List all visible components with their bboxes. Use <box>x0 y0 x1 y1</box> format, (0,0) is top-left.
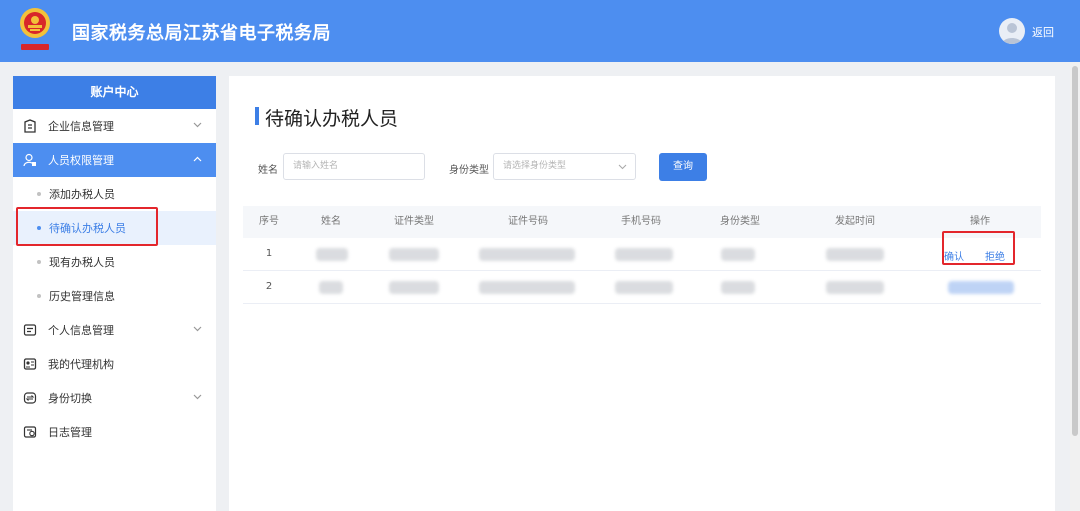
app-title: 国家税务总局江苏省电子税务局 <box>72 23 331 44</box>
redacted-phone <box>615 248 673 261</box>
bullet-dot <box>37 260 41 264</box>
redacted-identity-type <box>721 281 755 294</box>
sidebar-subitem-label: 添加办税人员 <box>49 188 115 201</box>
table-header: 序号 姓名 证件类型 证件号码 手机号码 身份类型 发起时间 操作 <box>243 206 1041 238</box>
sidebar-heading: 账户中心 <box>13 76 216 109</box>
back-button[interactable]: 返回 <box>1032 24 1054 40</box>
tax-emblem-icon <box>20 8 50 50</box>
bullet-dot <box>37 294 41 298</box>
search-button[interactable]: 查询 <box>659 153 707 181</box>
sidebar-item-label: 日志管理 <box>48 426 92 439</box>
main-panel: 待确认办税人员 姓名 请输入姓名 身份类型 请选择身份类型 查询 序号 姓名 证… <box>229 76 1055 511</box>
name-search-input[interactable]: 请输入姓名 <box>283 153 425 180</box>
top-header: 国家税务总局江苏省电子税务局 返回 <box>0 0 1080 62</box>
scrollbar-thumb[interactable] <box>1072 66 1078 436</box>
column-header: 身份类型 <box>720 216 760 227</box>
highlight-box <box>16 207 158 246</box>
page-scrollbar[interactable] <box>1070 62 1080 511</box>
sidebar-subitem-existing-staff[interactable]: 现有办税人员 <box>13 245 216 279</box>
sidebar-item-label: 身份切换 <box>48 392 92 405</box>
sidebar-subitem-label: 历史管理信息 <box>49 290 115 303</box>
sidebar-item-staff-permissions[interactable]: 人员权限管理 <box>13 143 216 177</box>
redacted-id-type <box>389 248 439 261</box>
column-header: 手机号码 <box>621 216 661 227</box>
chevron-up-icon <box>193 156 202 162</box>
sidebar-item-my-agency[interactable]: 我的代理机构 <box>13 347 216 381</box>
chevron-down-icon <box>193 326 202 332</box>
redacted-identity-type <box>721 248 755 261</box>
redacted-phone <box>615 281 673 294</box>
table-row: 1 确认 拒绝 <box>243 238 1041 271</box>
sidebar: 账户中心 企业信息管理 人员权限管理 添加办税人员 待确认办税人员 现有办税人员… <box>13 76 216 511</box>
redacted-name <box>316 248 348 261</box>
row-index: 2 <box>265 281 273 292</box>
chevron-down-icon <box>193 122 202 128</box>
sidebar-subitem-history[interactable]: 历史管理信息 <box>13 279 216 313</box>
redacted-start-time <box>826 281 884 294</box>
highlight-box <box>942 231 1015 265</box>
column-header: 序号 <box>259 216 279 227</box>
column-header: 证件号码 <box>508 216 548 227</box>
column-header: 证件类型 <box>394 216 434 227</box>
identity-type-select[interactable]: 请选择身份类型 <box>493 153 636 180</box>
agency-icon <box>23 358 37 370</box>
sidebar-item-personal-info[interactable]: 个人信息管理 <box>13 313 216 347</box>
page-title: 待确认办税人员 <box>255 104 398 131</box>
sidebar-item-label: 企业信息管理 <box>48 120 114 133</box>
building-icon <box>24 119 36 133</box>
column-header: 发起时间 <box>835 216 875 227</box>
column-header: 姓名 <box>321 216 341 227</box>
log-icon <box>23 426 37 438</box>
identity-type-placeholder: 请选择身份类型 <box>503 161 567 171</box>
switch-icon <box>23 392 37 404</box>
user-avatar-icon[interactable] <box>999 18 1025 44</box>
sidebar-subitem-add-staff[interactable]: 添加办税人员 <box>13 177 216 211</box>
redacted-id-number <box>479 248 575 261</box>
bullet-dot <box>37 192 41 196</box>
id-card-icon <box>23 324 37 336</box>
redacted-start-time <box>826 248 884 261</box>
redacted-actions <box>948 281 1014 294</box>
row-index: 1 <box>265 248 273 259</box>
chevron-down-icon <box>193 394 202 400</box>
name-filter-label: 姓名 <box>258 165 278 176</box>
user-lock-icon <box>23 153 36 167</box>
redacted-id-number <box>479 281 575 294</box>
sidebar-item-label: 我的代理机构 <box>48 358 114 371</box>
sidebar-item-label: 个人信息管理 <box>48 324 114 337</box>
sidebar-item-label: 人员权限管理 <box>48 154 114 167</box>
sidebar-item-log-management[interactable]: 日志管理 <box>13 415 216 449</box>
sidebar-item-identity-switch[interactable]: 身份切换 <box>13 381 216 415</box>
sidebar-subitem-label: 现有办税人员 <box>49 256 115 269</box>
sidebar-item-company-info[interactable]: 企业信息管理 <box>13 109 216 143</box>
chevron-down-icon <box>618 164 627 170</box>
identity-type-filter-label: 身份类型 <box>449 165 489 176</box>
redacted-id-type <box>389 281 439 294</box>
sidebar-subitem-pending-staff[interactable]: 待确认办税人员 <box>13 207 216 246</box>
table-row: 2 <box>243 271 1041 304</box>
redacted-name <box>319 281 343 294</box>
